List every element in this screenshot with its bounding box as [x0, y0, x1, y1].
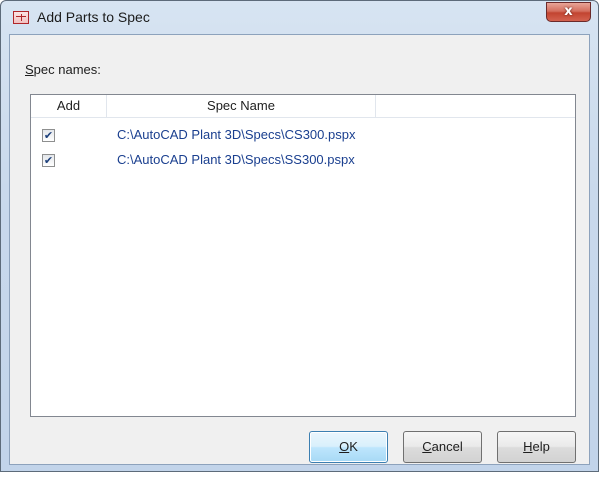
help-button[interactable]: Help: [497, 431, 576, 463]
spec-list[interactable]: Add Spec Name ✔ C:\AutoCAD Plant 3D\Spec…: [30, 94, 576, 417]
spec-name-text: C:\AutoCAD Plant 3D\Specs\CS300.pspx: [117, 127, 356, 142]
help-mnemonic: H: [523, 439, 533, 454]
column-header-spec-name[interactable]: Spec Name: [107, 95, 376, 117]
cancel-button[interactable]: Cancel: [403, 431, 482, 463]
cancel-label: ancel: [431, 439, 463, 454]
spec-names-mnemonic: S: [25, 62, 34, 77]
ok-button[interactable]: OK: [309, 431, 388, 463]
add-checkbox[interactable]: ✔: [42, 154, 55, 167]
list-item[interactable]: ✔ C:\AutoCAD Plant 3D\Specs\SS300.pspx: [31, 150, 575, 172]
column-header-filler: [376, 95, 575, 117]
column-header-add[interactable]: Add: [31, 95, 107, 117]
add-checkbox[interactable]: ✔: [42, 129, 55, 142]
spec-table-icon: [13, 11, 29, 24]
ok-mnemonic: O: [339, 439, 350, 454]
add-parts-to-spec-dialog: Add Parts to Spec x Spec names: Add Spec…: [0, 0, 599, 485]
list-header: Add Spec Name: [31, 95, 575, 118]
help-label: elp: [532, 439, 550, 454]
spec-names-label: Spec names:: [25, 62, 101, 77]
window-title: Add Parts to Spec: [37, 9, 150, 25]
close-button[interactable]: x: [546, 2, 591, 22]
list-item[interactable]: ✔ C:\AutoCAD Plant 3D\Specs\CS300.pspx: [31, 125, 575, 147]
spec-name-text: C:\AutoCAD Plant 3D\Specs\SS300.pspx: [117, 152, 355, 167]
title-bar[interactable]: Add Parts to Spec x: [1, 1, 598, 34]
ok-label: K: [349, 439, 358, 454]
spec-names-label-text: pec names:: [33, 62, 101, 77]
cancel-mnemonic: C: [422, 439, 432, 454]
